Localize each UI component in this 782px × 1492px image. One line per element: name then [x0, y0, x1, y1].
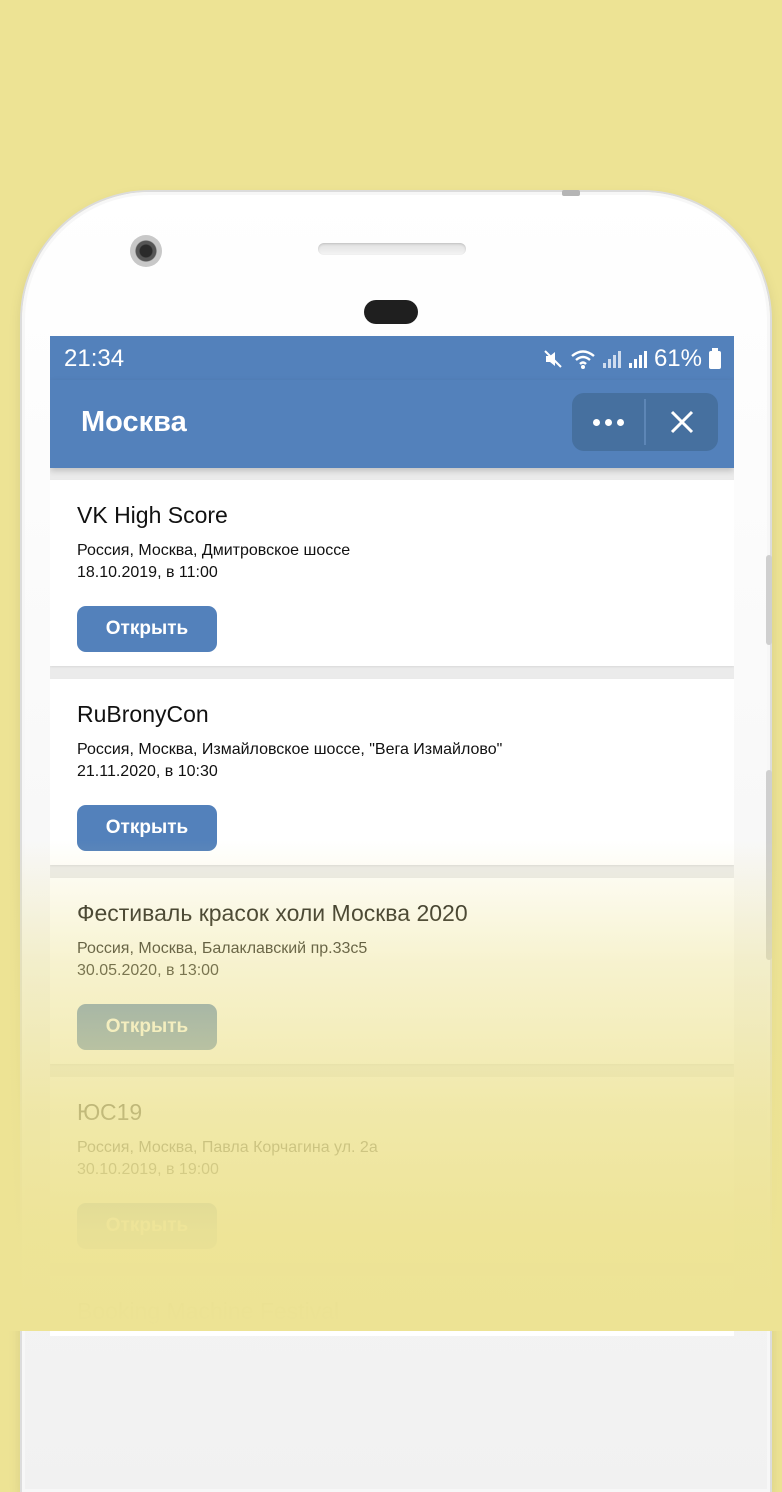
event-address: Россия, Москва, Измайловское шоссе, "Вег… [77, 741, 503, 758]
page-title: Москва [81, 406, 187, 438]
earpiece-speaker [318, 243, 466, 255]
event-card: ЮС19 Россия, Москва, Павла Корчагина ул.… [50, 1077, 734, 1263]
open-button[interactable]: Открыть [77, 1203, 217, 1249]
event-address: Россия, Москва, Павла Корчагина ул. 2а [77, 1139, 378, 1156]
open-button[interactable]: Открыть [77, 1004, 217, 1050]
volume-button [766, 555, 772, 645]
screen: 21:34 61% Москва VK High Score Россия, М… [50, 336, 734, 1336]
event-date: 30.05.2020, в 13:00 [77, 962, 219, 979]
event-title: Фестиваль красок холи Москва 2020 [77, 900, 468, 926]
event-date: 18.10.2019, в 11:00 [77, 564, 218, 581]
battery-percent: 61% [653, 345, 702, 372]
signal-icon [602, 349, 622, 369]
open-button[interactable]: Открыть [77, 606, 217, 652]
wifi-icon [570, 348, 596, 370]
event-address: Россия, Москва, Балаклавский пр.33с5 [77, 940, 368, 957]
event-title: Booking Machine Festival [77, 1298, 340, 1324]
header-actions [572, 393, 718, 451]
event-list: VK High Score Россия, Москва, Дмитровско… [50, 468, 734, 1336]
signal-icon-2 [628, 349, 648, 369]
phone-top-nub [562, 190, 580, 196]
battery-icon [708, 348, 722, 370]
event-card: Booking Machine Festival [50, 1276, 734, 1336]
app-header: Москва [50, 380, 734, 468]
proximity-sensor [364, 300, 418, 324]
event-card: RuBronyCon Россия, Москва, Измайловское … [50, 679, 734, 865]
close-icon [670, 410, 694, 434]
power-button [766, 770, 772, 960]
more-button[interactable] [572, 393, 644, 451]
open-button[interactable]: Открыть [77, 805, 217, 851]
event-card: VK High Score Россия, Москва, Дмитровско… [50, 480, 734, 666]
event-date: 30.10.2019, в 19:00 [77, 1161, 219, 1178]
event-title: ЮС19 [77, 1099, 143, 1125]
event-title: VK High Score [77, 502, 228, 528]
front-camera [130, 235, 162, 267]
event-card: Фестиваль красок холи Москва 2020 Россия… [50, 878, 734, 1064]
status-time: 21:34 [64, 345, 125, 372]
status-bar: 21:34 61% [50, 336, 734, 380]
event-date: 21.11.2020, в 10:30 [77, 763, 218, 780]
event-address: Россия, Москва, Дмитровское шоссе [77, 542, 351, 559]
status-icons: 61% [542, 345, 722, 373]
close-button[interactable] [646, 393, 718, 451]
mute-icon [542, 348, 564, 370]
event-title: RuBronyCon [77, 701, 209, 727]
more-dots-icon [592, 418, 624, 426]
